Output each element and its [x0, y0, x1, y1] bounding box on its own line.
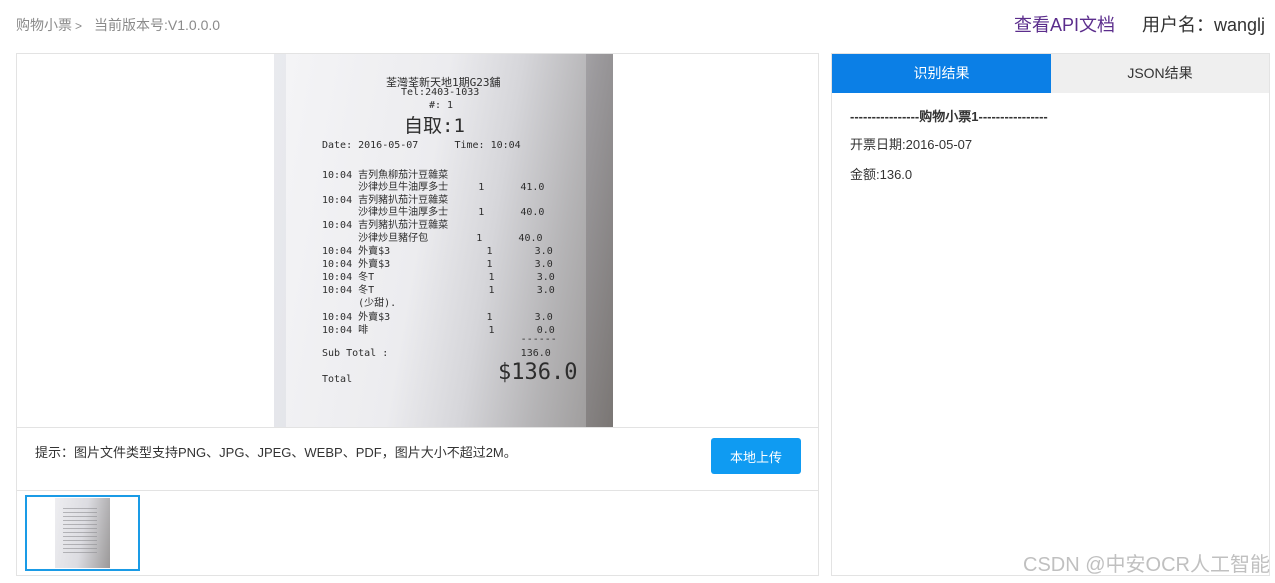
receipt-image: 荃灣荃新天地1期G23舖 Tel:2403-1033 #: 1 自取:1 Dat… [274, 54, 613, 427]
upload-tip: 提示：图片文件类型支持PNG、JPG、JPEG、WEBP、PDF，图片大小不超过… [35, 445, 517, 460]
receipt-line: Date: 2016-05-07 Time: 10:04 [322, 140, 521, 151]
receipt-paper: 荃灣荃新天地1期G23舖 Tel:2403-1033 #: 1 自取:1 Dat… [286, 54, 586, 427]
result-panel: 识别结果 JSON结果 ----------------购物小票1-------… [831, 53, 1270, 576]
top-bar: 购物小票 > 当前版本号:V1.0.0.0 查看API文档 用户名：wanglj [0, 0, 1275, 46]
image-preview: 荃灣荃新天地1期G23舖 Tel:2403-1033 #: 1 自取:1 Dat… [17, 54, 818, 427]
image-thumbnail[interactable] [25, 495, 140, 571]
tab-json-result[interactable]: JSON结果 [1051, 54, 1269, 93]
receipt-line: Tel:2403-1033 [401, 87, 480, 98]
chevron-right-icon: > [75, 19, 83, 33]
breadcrumb: 购物小票 > 当前版本号:V1.0.0.0 [16, 15, 220, 35]
version-label: 当前版本号:V1.0.0.0 [94, 17, 221, 33]
breadcrumb-home[interactable]: 购物小票 [16, 17, 72, 33]
receipt-total: $136.0 [498, 360, 578, 385]
receipt-line: #: 1 [429, 100, 454, 111]
thumbnail-receipt-image [55, 498, 110, 568]
thumbnail-text-lines [63, 508, 97, 556]
image-panel: 荃灣荃新天地1期G23舖 Tel:2403-1033 #: 1 自取:1 Dat… [16, 53, 819, 576]
receipt-line: 自取:1 [404, 115, 465, 137]
receipt-line: ------ [322, 334, 557, 345]
receipt-line: Total [322, 374, 353, 385]
upload-row: 提示：图片文件类型支持PNG、JPG、JPEG、WEBP、PDF，图片大小不超过… [17, 427, 818, 491]
receipt-line: Sub Total : 136.0 [322, 348, 551, 359]
result-date: 开票日期:2016-05-07 [850, 137, 973, 152]
result-amount: 金额:136.0 [850, 167, 913, 182]
result-title: ----------------购物小票1---------------- [850, 109, 1048, 124]
watermark: CSDN @中安OCR人工智能 [1023, 554, 1270, 576]
recognition-result: ----------------购物小票1---------------- 开票… [850, 106, 1048, 194]
api-docs-link[interactable]: 查看API文档 [1014, 11, 1115, 37]
tab-recognition-result[interactable]: 识别结果 [832, 54, 1051, 93]
result-tabs: 识别结果 JSON结果 [832, 54, 1269, 93]
username-label: 用户名：wanglj [1142, 15, 1266, 35]
receipt-line: (少甜). [322, 298, 397, 309]
local-upload-button[interactable]: 本地上传 [711, 438, 801, 474]
